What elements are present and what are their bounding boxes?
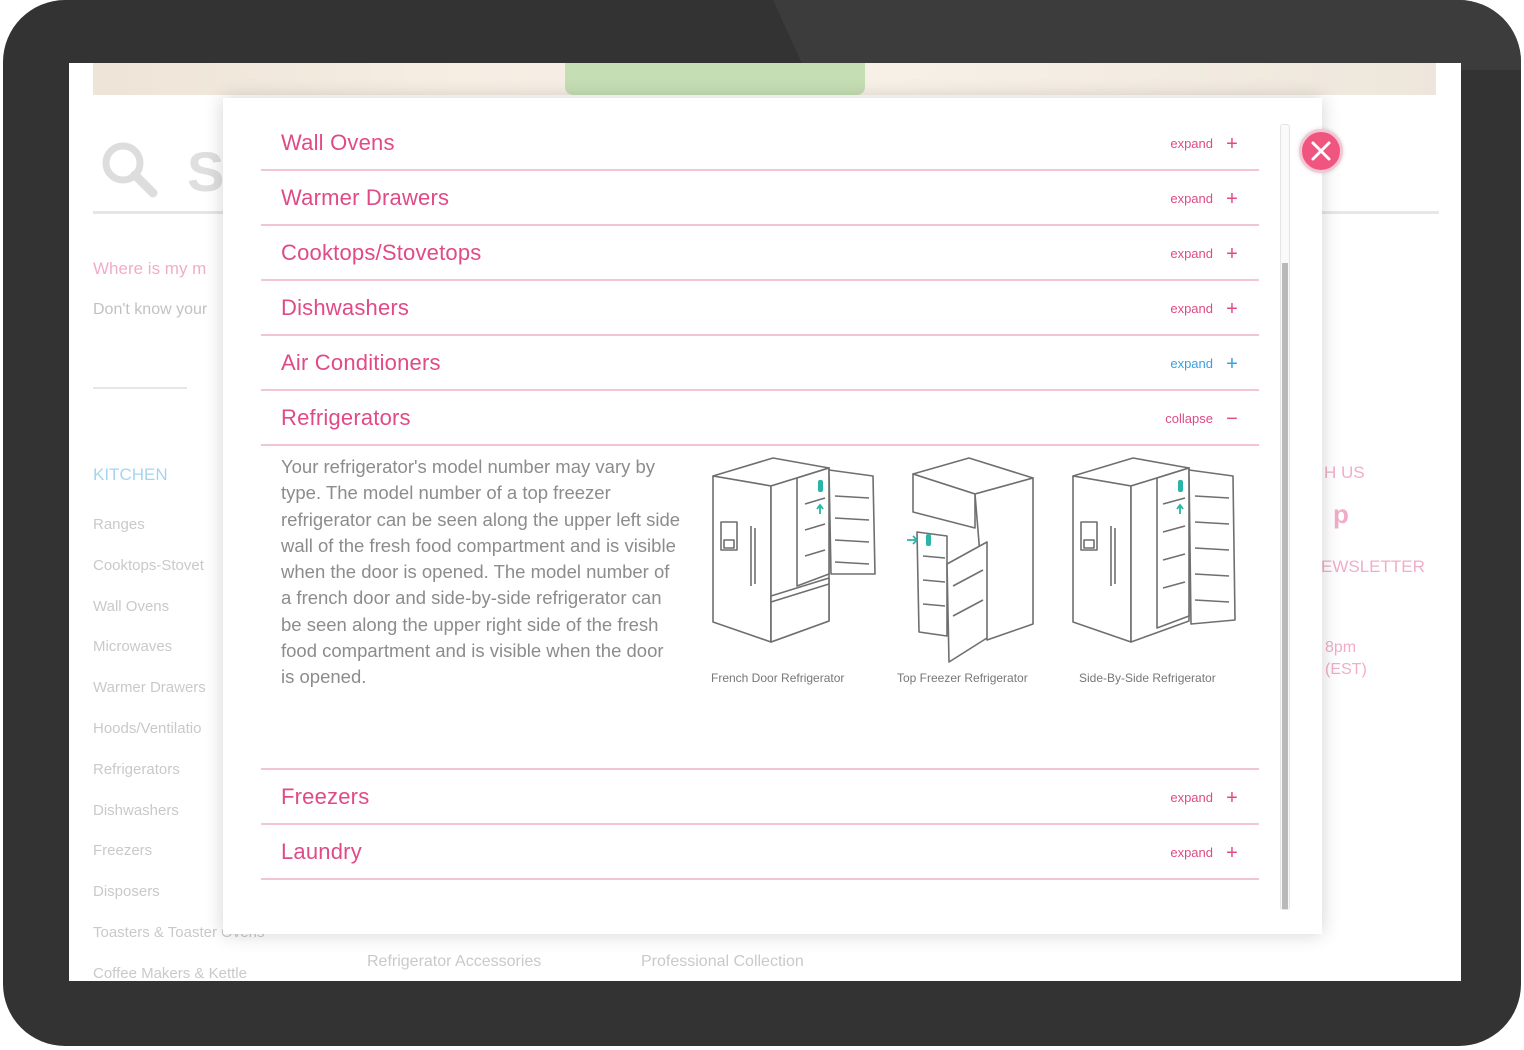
footer-link[interactable]: Professional Collection <box>641 953 804 971</box>
toggle-label: expand <box>1170 301 1213 316</box>
hours-line: 8pm <box>1325 639 1357 656</box>
hours-text: 8pm (EST) <box>1325 637 1367 681</box>
toggle-label: expand <box>1170 191 1213 206</box>
plus-icon: + <box>1226 297 1238 320</box>
accordion-title: Wall Ovens <box>281 129 395 155</box>
expand-toggle[interactable]: expand + <box>1170 825 1239 880</box>
accordion-row-cooktops[interactable]: Cooktops/Stovetops expand + <box>261 226 1259 281</box>
accordion-row-air-conditioners[interactable]: Air Conditioners expand + <box>261 336 1259 391</box>
toggle-label: expand <box>1170 356 1213 371</box>
accordion-title: Refrigerators <box>281 404 411 430</box>
expand-toggle[interactable]: expand + <box>1170 171 1239 226</box>
refrigerators-panel: Your refrigerator's model number may var… <box>261 446 1259 770</box>
expand-toggle[interactable]: expand + <box>1170 116 1239 171</box>
plus-icon: + <box>1226 132 1238 155</box>
hero-image-green-object <box>565 63 865 95</box>
diagram-caption: French Door Refrigerator <box>711 671 845 685</box>
accordion-row-freezers[interactable]: Freezers expand + <box>261 770 1259 825</box>
close-icon <box>1311 141 1331 161</box>
scrollbar-thumb[interactable] <box>1282 263 1288 909</box>
diagram-caption: Side-By-Side Refrigerator <box>1079 671 1216 685</box>
close-button[interactable] <box>1299 129 1343 173</box>
search-icon <box>102 142 158 198</box>
accordion-row-laundry[interactable]: Laundry expand + <box>261 825 1259 880</box>
accordion-title: Air Conditioners <box>281 349 441 375</box>
minus-icon: − <box>1226 407 1238 430</box>
accordion-title: Freezers <box>281 783 370 809</box>
kitchen-link[interactable]: Coffee Makers & Kettle <box>93 964 264 981</box>
screen: S Where is my m Don't know your KITCHEN … <box>69 63 1461 981</box>
plus-icon: + <box>1226 786 1238 809</box>
kitchen-heading: KITCHEN <box>93 465 168 484</box>
toggle-label: expand <box>1170 790 1213 805</box>
expand-toggle[interactable]: expand + <box>1170 336 1239 391</box>
model-number-modal: Wall Ovens expand + Warmer Drawers expan… <box>223 98 1322 934</box>
plus-icon: + <box>1226 242 1238 265</box>
plus-icon: + <box>1226 187 1238 210</box>
collapse-toggle[interactable]: collapse − <box>1165 391 1239 446</box>
divider <box>93 387 187 389</box>
pinterest-icon[interactable]: p <box>1333 499 1349 530</box>
refrigerator-model-description: Your refrigerator's model number may var… <box>281 456 681 688</box>
plus-icon: + <box>1226 841 1238 864</box>
newsletter-heading: EWSLETTER <box>1321 557 1425 576</box>
modal-scrollbar[interactable] <box>1280 124 1290 910</box>
accordion-row-refrigerators[interactable]: Refrigerators collapse − <box>261 391 1259 446</box>
toggle-label: expand <box>1170 246 1213 261</box>
expand-toggle[interactable]: expand + <box>1170 281 1239 336</box>
footer-link[interactable]: Refrigerator Accessories <box>367 953 541 971</box>
dont-know-text: Don't know your <box>93 301 208 318</box>
bezel-highlight <box>773 0 1521 70</box>
toggle-label: collapse <box>1165 411 1213 426</box>
accordion-row-warmer-drawers[interactable]: Warmer Drawers expand + <box>261 171 1259 226</box>
diagram-caption: Top Freezer Refrigerator <box>897 671 1028 685</box>
side-by-side-fridge-icon <box>1072 457 1236 643</box>
search-placeholder-text: S <box>187 140 225 203</box>
french-door-fridge-icon <box>712 457 876 643</box>
contact-heading: H US <box>1324 463 1365 482</box>
toggle-label: expand <box>1170 845 1213 860</box>
accordion-title: Warmer Drawers <box>281 184 450 210</box>
top-freezer-fridge-icon <box>907 457 1034 663</box>
expand-toggle[interactable]: expand + <box>1170 770 1239 825</box>
expand-toggle[interactable]: expand + <box>1170 226 1239 281</box>
tablet-bezel: S Where is my m Don't know your KITCHEN … <box>3 0 1521 1046</box>
plus-icon: + <box>1226 352 1238 375</box>
category-accordion: Wall Ovens expand + Warmer Drawers expan… <box>261 116 1259 880</box>
accordion-title: Cooktops/Stovetops <box>281 239 482 265</box>
toggle-label: expand <box>1170 136 1213 151</box>
where-is-model-link[interactable]: Where is my m <box>93 259 206 279</box>
accordion-row-wall-ovens[interactable]: Wall Ovens expand + <box>261 116 1259 171</box>
accordion-title: Dishwashers <box>281 294 410 320</box>
hours-line: (EST) <box>1325 661 1367 678</box>
accordion-row-dishwashers[interactable]: Dishwashers expand + <box>261 281 1259 336</box>
accordion-title: Laundry <box>281 838 362 864</box>
